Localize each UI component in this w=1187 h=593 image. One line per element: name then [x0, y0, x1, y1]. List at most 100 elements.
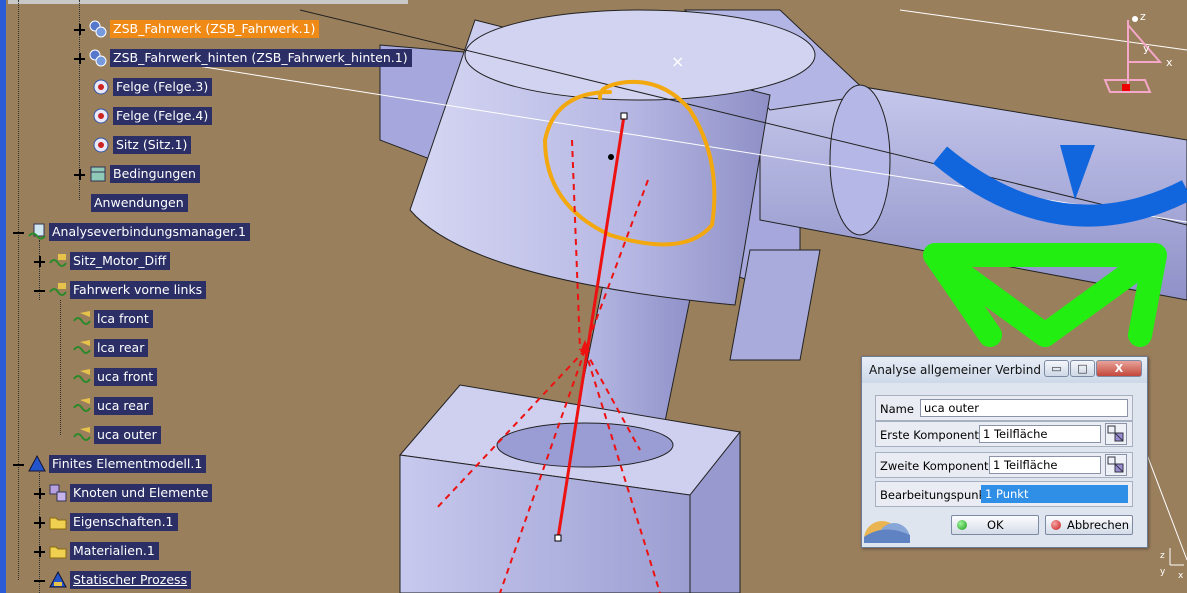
- second-component-pick-icon[interactable]: [1105, 454, 1127, 476]
- materials-folder-icon: [49, 546, 67, 559]
- tree-node-label[interactable]: Finites Elementmodell.1: [49, 455, 207, 473]
- tree-node-label[interactable]: Statischer Prozess: [70, 571, 192, 589]
- catia-logo-icon: [864, 521, 910, 543]
- handler-point-label: Bearbeitungspunkt: [880, 488, 990, 502]
- tree-node-felge-3[interactable]: Felge (Felge.3): [91, 76, 213, 98]
- tree-node-label[interactable]: Sitz_Motor_Diff: [70, 252, 171, 270]
- tree-node-label[interactable]: Eigenschaften.1: [70, 513, 178, 531]
- connection-point-bottom[interactable]: [554, 534, 562, 542]
- expand-icon[interactable]: [74, 52, 85, 64]
- tree-node-label[interactable]: Felge (Felge.4): [113, 107, 213, 125]
- connection-manager-icon: [28, 223, 46, 240]
- tree-node-fahrwerk-vorne-links[interactable]: Fahrwerk vorne links: [34, 279, 207, 301]
- expand-icon[interactable]: [34, 516, 45, 528]
- tree-node-anwendungen[interactable]: Anwendungen: [91, 192, 188, 214]
- tree-node-analyseverbindungsmanager[interactable]: Analyseverbindungsmanager.1: [13, 221, 250, 243]
- connection-icon: [73, 340, 91, 354]
- tree-line-connections: [60, 300, 61, 435]
- triad-y-label: y: [1160, 567, 1166, 577]
- product-gear-icon: [89, 49, 107, 67]
- tree-node-label[interactable]: lca rear: [94, 339, 149, 357]
- connection-icon: [73, 369, 91, 383]
- collapse-icon[interactable]: [34, 285, 45, 296]
- tree-node-label[interactable]: lca front: [94, 310, 153, 328]
- second-component-row: Zweite Komponente: [875, 452, 1133, 478]
- maximize-button[interactable]: □: [1070, 360, 1095, 377]
- tree-node-bedingungen[interactable]: Bedingungen: [74, 163, 200, 185]
- product-gear-icon: [89, 20, 107, 38]
- connection-set-icon: [49, 254, 67, 267]
- tree-node-label[interactable]: uca outer: [94, 426, 161, 444]
- tree-node-label[interactable]: uca rear: [94, 397, 153, 415]
- connection-set-icon: [49, 283, 67, 296]
- tree-node-label[interactable]: Anwendungen: [91, 194, 188, 212]
- expand-icon[interactable]: [74, 23, 85, 35]
- expand-icon[interactable]: [34, 545, 45, 557]
- nodes-elements-icon: [49, 484, 67, 502]
- tree-node-label[interactable]: Knoten und Elemente: [70, 484, 213, 502]
- ok-button[interactable]: OK: [951, 515, 1039, 535]
- expand-icon[interactable]: [74, 168, 85, 180]
- tree-node-finites-elementmodell[interactable]: Finites Elementmodell.1: [13, 453, 207, 475]
- close-button[interactable]: X: [1096, 360, 1142, 377]
- expand-icon[interactable]: [34, 255, 45, 267]
- tree-node-lca-rear[interactable]: lca rear: [72, 337, 149, 359]
- tree-node-zsb-fahrwerk[interactable]: ZSB_Fahrwerk (ZSB_Fahrwerk.1): [74, 18, 320, 40]
- triad-z-label: z: [1160, 551, 1165, 561]
- connection-analysis-dialog[interactable]: Analyse allgemeiner Verbindu... ▭ □ X Na…: [861, 356, 1148, 548]
- connection-point-top[interactable]: [620, 112, 628, 120]
- handler-point-row: Bearbeitungspunkt: [875, 481, 1133, 507]
- block-hole: [496, 422, 674, 468]
- tree-node-label[interactable]: ZSB_Fahrwerk_hinten (ZSB_Fahrwerk_hinten…: [110, 49, 412, 67]
- dialog-title: Analyse allgemeiner Verbindu...: [869, 363, 1041, 377]
- toolbar-edge: [8, 0, 408, 4]
- tree-node-label[interactable]: Bedingungen: [110, 165, 200, 183]
- tree-node-materialien[interactable]: Materialien.1: [34, 540, 159, 562]
- compass-x-label: x: [1166, 56, 1173, 69]
- collapse-icon[interactable]: [13, 227, 24, 238]
- first-component-pick-icon[interactable]: [1105, 423, 1127, 445]
- tree-node-sitz[interactable]: Sitz (Sitz.1): [91, 134, 192, 156]
- part-gear-icon: [93, 79, 109, 95]
- ok-icon: [957, 520, 967, 530]
- tree-node-uca-front[interactable]: uca front: [72, 366, 158, 388]
- tree-node-eigenschaften[interactable]: Eigenschaften.1: [34, 511, 178, 533]
- tree-node-knoten-und-elemente[interactable]: Knoten und Elemente: [34, 482, 213, 504]
- cancel-button[interactable]: Abbrechen: [1045, 515, 1133, 535]
- tree-node-uca-rear[interactable]: uca rear: [72, 395, 153, 417]
- part-gear-icon: [93, 137, 109, 153]
- name-input[interactable]: [920, 399, 1128, 417]
- static-process-icon: [49, 570, 67, 588]
- 3d-viewport[interactable]: × z y x z y x ZSB_Fahrwerk (ZSB_Fahrwerk…: [0, 0, 1187, 593]
- cancel-button-label: Abbrechen: [1067, 518, 1129, 532]
- handler-point-field[interactable]: [981, 485, 1128, 503]
- second-component-field[interactable]: [989, 456, 1101, 474]
- tree-node-label[interactable]: uca front: [94, 368, 158, 386]
- tree-node-statischer-prozess[interactable]: Statischer Prozess: [34, 569, 192, 591]
- dialog-title-bar[interactable]: Analyse allgemeiner Verbindu... ▭ □ X: [862, 357, 1147, 383]
- tree-node-uca-outer[interactable]: uca outer: [72, 424, 161, 446]
- collapse-icon[interactable]: [34, 575, 45, 586]
- tree-node-label[interactable]: Materialien.1: [70, 542, 159, 560]
- reference-point[interactable]: [608, 154, 614, 160]
- tree-node-label[interactable]: Fahrwerk vorne links: [70, 281, 207, 299]
- tree-node-zsb-fahrwerk-hinten[interactable]: ZSB_Fahrwerk_hinten (ZSB_Fahrwerk_hinten…: [74, 47, 412, 69]
- rod-bearing: [829, 84, 891, 236]
- minimize-button[interactable]: ▭: [1044, 360, 1069, 377]
- tree-node-sitz-motor-diff[interactable]: Sitz_Motor_Diff: [34, 250, 171, 272]
- tree-node-felge-4[interactable]: Felge (Felge.4): [91, 105, 213, 127]
- tree-node-label[interactable]: Felge (Felge.3): [113, 78, 213, 96]
- collapse-icon[interactable]: [13, 459, 24, 470]
- tree-node-label[interactable]: Analyseverbindungsmanager.1: [49, 223, 250, 241]
- viewport-left-border: [0, 0, 6, 593]
- first-component-field[interactable]: [979, 425, 1101, 443]
- tree-node-label[interactable]: Sitz (Sitz.1): [113, 136, 192, 154]
- tree-node-lca-front[interactable]: lca front: [72, 308, 153, 330]
- properties-folder-icon: [49, 517, 67, 530]
- name-row: Name: [875, 395, 1133, 421]
- first-component-row: Erste Komponente: [875, 421, 1133, 447]
- expand-icon[interactable]: [34, 487, 45, 499]
- tree-node-label[interactable]: ZSB_Fahrwerk (ZSB_Fahrwerk.1): [110, 20, 320, 38]
- cursor-cross-marker: ×: [671, 52, 684, 71]
- second-component-label: Zweite Komponente: [880, 459, 996, 473]
